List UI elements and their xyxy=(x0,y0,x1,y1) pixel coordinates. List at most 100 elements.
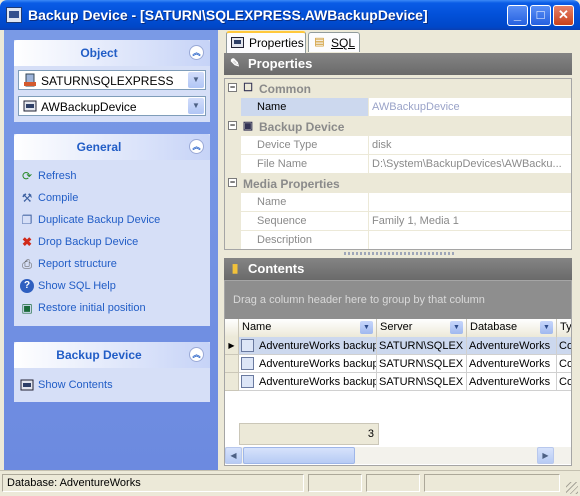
task-label: Show SQL Help xyxy=(38,280,116,292)
chevron-down-icon[interactable]: ▼ xyxy=(188,98,204,114)
status-pane-2 xyxy=(308,474,362,492)
tab-label: Properties xyxy=(249,36,304,50)
column-header-name[interactable]: Name ▼ xyxy=(239,319,377,337)
table-row[interactable]: AdventureWorks backup SATURN\SQLEX Adven… xyxy=(225,355,571,373)
server-combobox[interactable]: SATURN\SQLEXPRESS ▼ xyxy=(18,70,206,90)
collapse-toggle-icon[interactable]: − xyxy=(228,178,237,187)
property-row-device-type[interactable]: Device Type disk xyxy=(225,136,571,155)
property-value[interactable]: D:\System\BackupDevices\AWBacku... xyxy=(369,155,571,174)
properties-section-icon: ✎ xyxy=(229,56,241,70)
minimize-button[interactable]: _ xyxy=(507,5,528,26)
status-database: Database: AdventureWorks xyxy=(2,474,304,492)
column-header-type[interactable]: Ty xyxy=(557,319,571,337)
cell-type[interactable]: Co xyxy=(557,337,571,355)
task-pane: Object ︽ SATURN\SQLEXPRESS ▼ AWBackupDev… xyxy=(4,30,218,470)
property-name: Name xyxy=(241,98,369,117)
cell-server[interactable]: SATURN\SQLEX xyxy=(377,355,467,373)
cell-database[interactable]: AdventureWorks xyxy=(467,373,557,391)
task-label: Compile xyxy=(38,192,79,204)
grid-header: Name ▼ Server ▼ Database ▼ Ty xyxy=(225,319,571,338)
property-row-media-name[interactable]: Name xyxy=(225,193,571,212)
splitter-handle[interactable] xyxy=(224,250,572,258)
table-row[interactable]: AdventureWorks backup SATURN\SQLEX Adven… xyxy=(225,373,571,391)
row-indicator xyxy=(225,373,239,391)
collapse-toggle-icon[interactable]: − xyxy=(228,121,237,130)
property-name: Name xyxy=(241,193,369,212)
resize-grip[interactable] xyxy=(566,482,578,494)
task-label: Restore initial position xyxy=(38,302,146,314)
cell-database[interactable]: AdventureWorks xyxy=(467,355,557,373)
category-common[interactable]: − ☐ Common xyxy=(225,79,571,98)
task-label: Show Contents xyxy=(38,379,113,391)
general-panel-header[interactable]: General ︽ xyxy=(14,134,210,160)
object-panel-header[interactable]: Object ︽ xyxy=(14,40,210,66)
cell-server[interactable]: SATURN\SQLEX xyxy=(377,337,467,355)
report-icon: ⎙ xyxy=(22,257,32,271)
property-value[interactable]: disk xyxy=(369,136,571,155)
duplicate-icon: ❐ xyxy=(21,213,33,227)
property-row-file-name[interactable]: File Name D:\System\BackupDevices\AWBack… xyxy=(225,155,571,174)
group-by-area[interactable]: Drag a column header here to group by th… xyxy=(225,281,571,319)
property-grid: − ☐ Common Name AWBackupDevice − ▣ Backu… xyxy=(224,78,572,250)
properties-title: Properties xyxy=(248,56,313,71)
indicator-header xyxy=(225,319,239,337)
backup-device-window: Backup Device - [SATURN\SQLEXPRESS.AWBac… xyxy=(0,0,580,496)
close-button[interactable]: ✕ xyxy=(553,5,574,26)
tab-label: SQL xyxy=(331,36,356,50)
property-value[interactable]: AWBackupDevice xyxy=(369,98,571,117)
property-name: Device Type xyxy=(241,136,369,155)
filter-dropdown-icon[interactable]: ▼ xyxy=(540,321,553,334)
backup-device-panel: Backup Device ︽ Show Contents xyxy=(14,342,210,402)
collapse-toggle-icon[interactable]: − xyxy=(228,83,237,92)
property-value[interactable] xyxy=(369,231,571,249)
status-bar: Database: AdventureWorks xyxy=(0,470,580,496)
server-value: SATURN\SQLEXPRESS xyxy=(41,74,174,88)
column-header-server[interactable]: Server ▼ xyxy=(377,319,467,337)
title-bar[interactable]: Backup Device - [SATURN\SQLEXPRESS.AWBac… xyxy=(0,0,580,30)
drop-icon: ✖ xyxy=(21,235,33,249)
restore-icon: ▣ xyxy=(21,301,33,315)
filter-dropdown-icon[interactable]: ▼ xyxy=(450,321,463,334)
scrollbar-thumb[interactable] xyxy=(243,447,355,464)
maximize-button[interactable]: □ xyxy=(530,5,551,26)
cell-type[interactable]: Co xyxy=(557,373,571,391)
collapse-icon[interactable]: ︽ xyxy=(189,139,204,154)
collapse-icon[interactable]: ︽ xyxy=(189,45,204,60)
backup-row-icon xyxy=(241,339,254,352)
property-name: Sequence xyxy=(241,212,369,231)
scroll-left-icon[interactable]: ◀ xyxy=(225,447,242,464)
property-row-name[interactable]: Name AWBackupDevice xyxy=(225,98,571,117)
backup-row-icon xyxy=(241,375,254,388)
tab-sql[interactable]: ▤ SQL xyxy=(308,32,360,52)
collapse-icon[interactable]: ︽ xyxy=(189,347,204,362)
category-media-properties[interactable]: − Media Properties xyxy=(225,174,571,193)
cell-type[interactable]: Co xyxy=(557,355,571,373)
app-icon[interactable] xyxy=(6,7,22,23)
property-name: Description xyxy=(241,231,369,249)
property-row-sequence[interactable]: Sequence Family 1, Media 1 xyxy=(225,212,571,231)
property-value[interactable]: Family 1, Media 1 xyxy=(369,212,571,231)
cell-name[interactable]: AdventureWorks backup xyxy=(239,337,377,355)
scroll-right-icon[interactable]: ▶ xyxy=(537,447,554,464)
property-value[interactable] xyxy=(369,193,571,212)
column-header-database[interactable]: Database ▼ xyxy=(467,319,557,337)
category-backup-device[interactable]: − ▣ Backup Device xyxy=(225,117,571,136)
task-label: Refresh xyxy=(38,170,77,182)
chevron-down-icon[interactable]: ▼ xyxy=(188,72,204,88)
status-pane-4 xyxy=(424,474,560,492)
backup-device-panel-header[interactable]: Backup Device ︽ xyxy=(14,342,210,368)
task-label: Report structure xyxy=(38,258,117,270)
tab-properties[interactable]: Properties xyxy=(226,31,306,53)
cell-name[interactable]: AdventureWorks backup xyxy=(239,355,377,373)
filter-dropdown-icon[interactable]: ▼ xyxy=(360,321,373,334)
cell-database[interactable]: AdventureWorks xyxy=(467,337,557,355)
table-row[interactable]: ▶ AdventureWorks backup SATURN\SQLEX Adv… xyxy=(225,337,571,355)
cell-server[interactable]: SATURN\SQLEX xyxy=(377,373,467,391)
cell-name[interactable]: AdventureWorks backup xyxy=(239,373,377,391)
horizontal-scrollbar[interactable]: ◀ ▶ xyxy=(225,447,571,464)
contents-grid: Drag a column header here to group by th… xyxy=(224,280,572,466)
device-combobox[interactable]: AWBackupDevice ▼ xyxy=(18,96,206,116)
contents-section-icon: ▮ xyxy=(231,261,239,275)
property-row-description[interactable]: Description xyxy=(225,231,571,249)
current-row-icon: ▶ xyxy=(225,337,239,355)
